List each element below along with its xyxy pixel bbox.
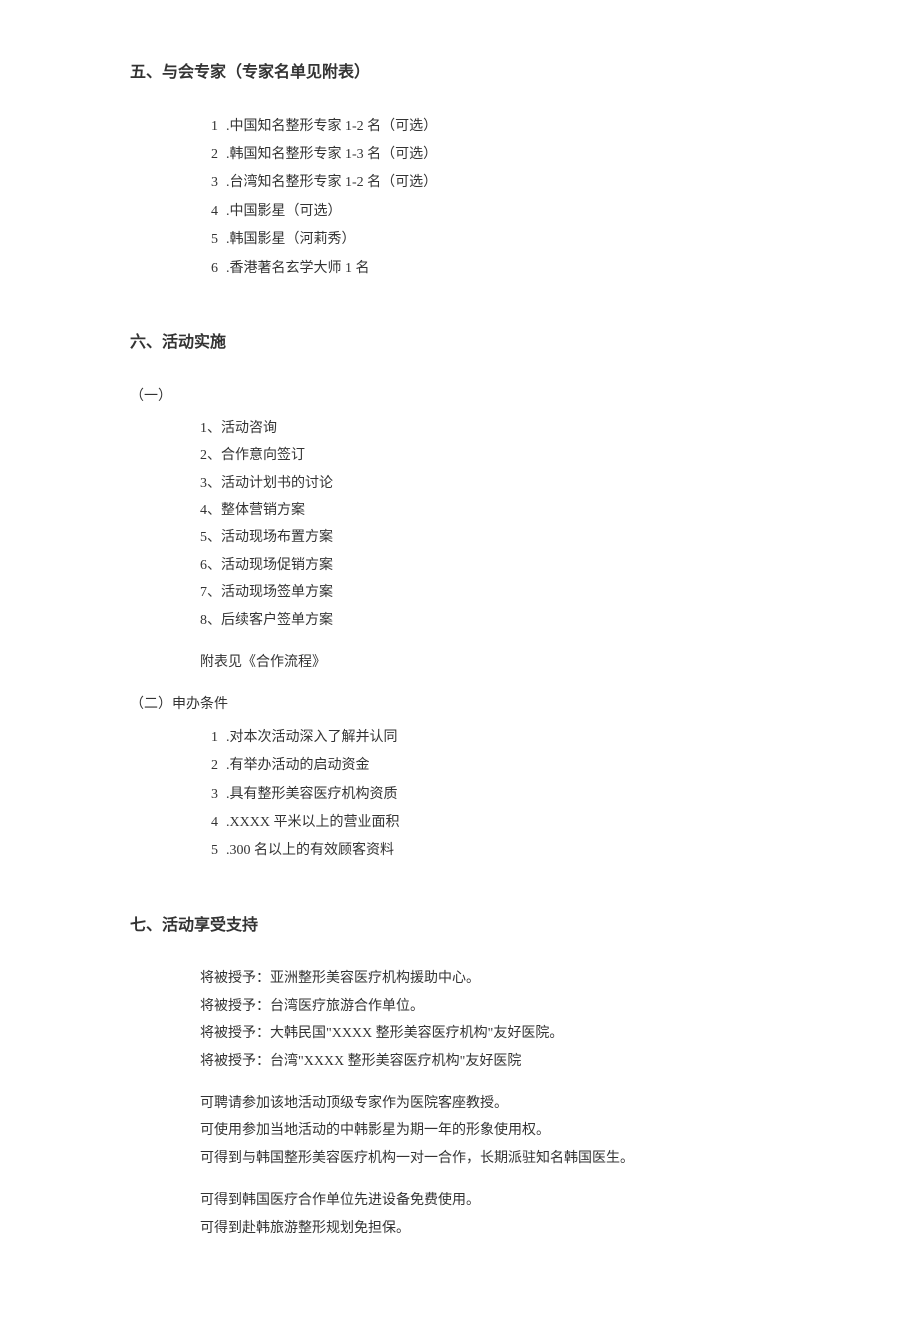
para-line: 将被授予：大韩民国"XXXX 整形美容医疗机构"友好医院。: [200, 1023, 790, 1045]
list-item: 2 .韩国知名整形专家 1-3 名（可选）: [200, 144, 790, 166]
section-7-heading: 七、活动享受支持: [130, 913, 790, 939]
item-num: 1: [200, 116, 218, 138]
list-item: 5 .300 名以上的有效顾客资料: [200, 840, 790, 862]
section-6-sub1-note: 附表见《合作流程》: [200, 652, 790, 674]
item-num: 2: [200, 144, 218, 166]
list-item: 6、活动现场促销方案: [200, 555, 790, 577]
list-item: 3 .台湾知名整形专家 1-2 名（可选）: [200, 172, 790, 194]
para-line: 可聘请参加该地活动顶级专家作为医院客座教授。: [200, 1093, 790, 1115]
list-item: 3 .具有整形美容医疗机构资质: [200, 784, 790, 806]
list-item: 2 .有举办活动的启动资金: [200, 755, 790, 777]
list-item: 4、整体营销方案: [200, 500, 790, 522]
para-line: 将被授予：台湾"XXXX 整形美容医疗机构"友好医院: [200, 1051, 790, 1073]
para-line: 可得到与韩国整形美容医疗机构一对一合作，长期派驻知名韩国医生。: [200, 1148, 790, 1170]
section-6-heading: 六、活动实施: [130, 330, 790, 356]
item-text: .XXXX 平米以上的营业面积: [226, 815, 399, 830]
list-item: 1 .对本次活动深入了解并认同: [200, 727, 790, 749]
item-text: .有举办活动的启动资金: [226, 758, 370, 773]
list-item: 5、活动现场布置方案: [200, 527, 790, 549]
list-item: 7、活动现场签单方案: [200, 582, 790, 604]
list-item: 8、后续客户签单方案: [200, 610, 790, 632]
item-text: .台湾知名整形专家 1-2 名（可选）: [226, 175, 437, 190]
item-num: 6: [200, 258, 218, 280]
item-num: 2: [200, 755, 218, 777]
item-num: 4: [200, 812, 218, 834]
item-text: .中国影星（可选）: [226, 204, 342, 219]
section-6-sub2-list: 1 .对本次活动深入了解并认同 2 .有举办活动的启动资金 3 .具有整形美容医疗机构…: [200, 727, 790, 863]
item-text: .中国知名整形专家 1-2 名（可选）: [226, 119, 437, 134]
list-item: 4 .中国影星（可选）: [200, 201, 790, 223]
item-text: .具有整形美容医疗机构资质: [226, 787, 398, 802]
item-num: 5: [200, 840, 218, 862]
list-item: 4 .XXXX 平米以上的营业面积: [200, 812, 790, 834]
section-7-block3: 可得到韩国医疗合作单位先进设备免费使用。 可得到赴韩旅游整形规划免担保。: [200, 1190, 790, 1240]
item-num: 3: [200, 784, 218, 806]
item-num: 5: [200, 229, 218, 251]
section-5-list: 1 .中国知名整形专家 1-2 名（可选） 2 .韩国知名整形专家 1-3 名（可选…: [200, 116, 790, 280]
list-item: 2、合作意向签订: [200, 445, 790, 467]
item-text: .对本次活动深入了解并认同: [226, 730, 398, 745]
section-6-sub1-label: （一）: [130, 386, 790, 408]
item-text: .韩国影星（河莉秀）: [226, 232, 356, 247]
list-item: 3、活动计划书的讨论: [200, 473, 790, 495]
para-line: 将被授予：亚洲整形美容医疗机构援助中心。: [200, 968, 790, 990]
para-line: 可得到赴韩旅游整形规划免担保。: [200, 1218, 790, 1240]
section-7-block1: 将被授予：亚洲整形美容医疗机构援助中心。 将被授予：台湾医疗旅游合作单位。 将被…: [200, 968, 790, 1073]
item-num: 3: [200, 172, 218, 194]
item-text: .300 名以上的有效顾客资料: [226, 843, 394, 858]
para-line: 可得到韩国医疗合作单位先进设备免费使用。: [200, 1190, 790, 1212]
list-item: 5 .韩国影星（河莉秀）: [200, 229, 790, 251]
item-text: .香港著名玄学大师 1 名: [226, 261, 370, 276]
section-6-sub2-label: （二）申办条件: [130, 694, 790, 716]
item-text: .韩国知名整形专家 1-3 名（可选）: [226, 147, 437, 162]
para-line: 将被授予：台湾医疗旅游合作单位。: [200, 996, 790, 1018]
section-6-sub1-list: 1、活动咨询 2、合作意向签订 3、活动计划书的讨论 4、整体营销方案 5、活动…: [200, 418, 790, 632]
list-item: 1 .中国知名整形专家 1-2 名（可选）: [200, 116, 790, 138]
item-num: 4: [200, 201, 218, 223]
item-num: 1: [200, 727, 218, 749]
list-item: 1、活动咨询: [200, 418, 790, 440]
section-5-heading: 五、与会专家（专家名单见附表）: [130, 60, 790, 86]
para-line: 可使用参加当地活动的中韩影星为期一年的形象使用权。: [200, 1120, 790, 1142]
list-item: 6 .香港著名玄学大师 1 名: [200, 258, 790, 280]
section-7-block2: 可聘请参加该地活动顶级专家作为医院客座教授。 可使用参加当地活动的中韩影星为期一…: [200, 1093, 790, 1170]
